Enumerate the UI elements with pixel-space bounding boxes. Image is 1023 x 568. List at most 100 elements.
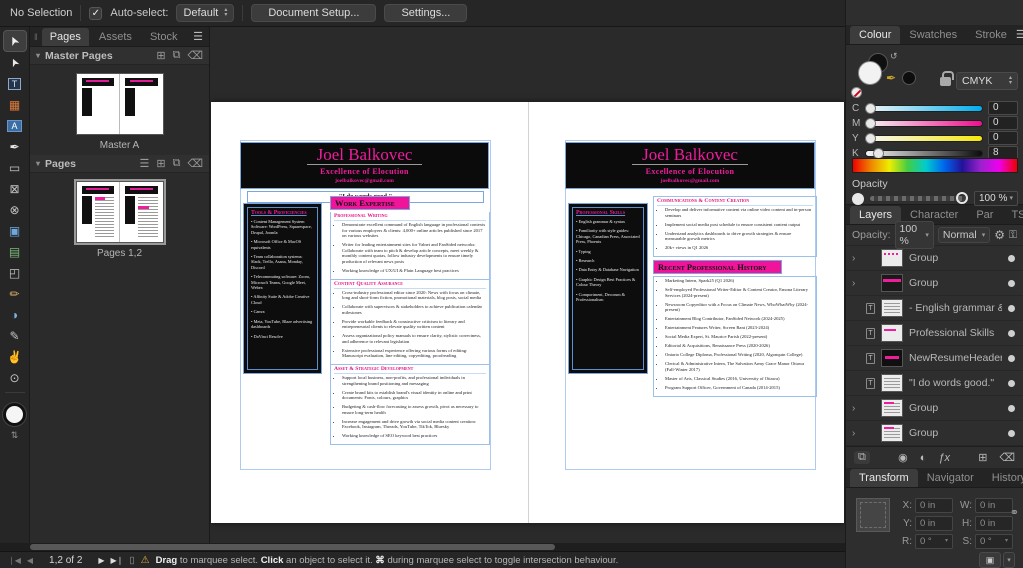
- opacity-value-dropdown[interactable]: 100 % ▾: [974, 191, 1018, 206]
- layer-visibility-toggle[interactable]: [1008, 329, 1015, 337]
- adjustment-layer-icon[interactable]: ◐: [920, 452, 927, 464]
- auto-select-dropdown[interactable]: Default ▴ ▾: [176, 4, 235, 22]
- expand-chevron-icon[interactable]: ›: [852, 403, 860, 414]
- layer-row[interactable]: › T Group: [846, 421, 1023, 446]
- panel-grip-icon[interactable]: ‖: [34, 32, 38, 42]
- fill-colour-well[interactable]: [858, 61, 882, 85]
- lock-icon[interactable]: [940, 71, 954, 86]
- expand-chevron-icon[interactable]: ›: [852, 428, 860, 439]
- document-setup-button[interactable]: Document Setup...: [251, 4, 377, 22]
- frame-text-tool[interactable]: T: [3, 73, 27, 94]
- blend-mode-dropdown[interactable]: Normal ▾: [937, 227, 991, 243]
- slider-track[interactable]: [865, 117, 983, 129]
- swap-fill-stroke-icon[interactable]: ↺: [890, 51, 898, 62]
- picked-colour-dot[interactable]: [902, 71, 916, 85]
- last-page-button[interactable]: ▶❘: [111, 556, 124, 565]
- layer-effects-icon[interactable]: ƒx: [938, 452, 950, 464]
- panel-menu-icon[interactable]: ☰: [193, 30, 203, 43]
- next-page-button[interactable]: ▶: [98, 556, 104, 565]
- mask-layer-icon[interactable]: ◉: [898, 451, 908, 464]
- y-input[interactable]: 0 in: [915, 516, 953, 531]
- eyedropper-icon[interactable]: ✒: [886, 71, 896, 85]
- tab-layers[interactable]: Layers: [850, 205, 902, 224]
- page2-main-frame[interactable]: Communications & Content Creation Develo…: [653, 196, 817, 397]
- x-input[interactable]: 0 in: [915, 498, 953, 513]
- slider-value-field[interactable]: 0: [988, 101, 1018, 115]
- master-pages-header[interactable]: ▾ Master Pages ⊞ ⧉ ⌫: [30, 47, 209, 65]
- tab-history[interactable]: History: [983, 469, 1023, 487]
- document-canvas[interactable]: Joel Balkovec Excellence of Elocution jo…: [210, 27, 845, 543]
- delete-master-icon[interactable]: ⌫: [187, 49, 203, 62]
- shear-input[interactable]: 0 ° ▾: [975, 534, 1013, 549]
- add-page-icon[interactable]: ⊞: [156, 157, 165, 170]
- layer-visibility-toggle[interactable]: [1008, 404, 1015, 412]
- horizontal-scrollbar[interactable]: [0, 543, 845, 551]
- slider-knob[interactable]: [865, 132, 876, 144]
- first-page-button[interactable]: ❘◀: [8, 556, 21, 565]
- slider-value-field[interactable]: 0: [988, 116, 1018, 130]
- add-master-icon[interactable]: ⊞: [156, 49, 165, 62]
- tab-pages[interactable]: Pages: [41, 27, 89, 46]
- swap-colours-icon[interactable]: ⇅: [11, 430, 19, 441]
- tab-paragraph[interactable]: Par: [967, 206, 1002, 224]
- artistic-text-tool[interactable]: A: [3, 115, 27, 136]
- colour-mode-dropdown[interactable]: CMYK ▴ ▾: [956, 72, 1018, 90]
- vector-crop-tool[interactable]: ◰: [3, 262, 27, 283]
- current-colour-swatch[interactable]: [3, 403, 26, 426]
- slider-track[interactable]: [865, 102, 983, 114]
- view-tool[interactable]: ✌: [3, 346, 27, 367]
- layer-visibility-toggle[interactable]: [1008, 254, 1015, 262]
- auto-select-checkbox[interactable]: ✓: [89, 6, 103, 20]
- tab-assets[interactable]: Assets: [91, 28, 140, 46]
- opacity-swatch-icon[interactable]: [852, 192, 864, 205]
- rectangle-tool[interactable]: ▭: [3, 157, 27, 178]
- expand-chevron-icon[interactable]: ›: [852, 278, 860, 289]
- layer-visibility-toggle[interactable]: [1008, 304, 1015, 312]
- layers-lock-icon[interactable]: ⚿: [1009, 229, 1017, 242]
- tab-colour[interactable]: Colour: [850, 25, 901, 44]
- master-a-thumbnail[interactable]: [75, 73, 164, 135]
- preflight-page-icon[interactable]: ▯: [129, 555, 134, 566]
- settings-button[interactable]: Settings...: [384, 4, 468, 22]
- layer-visibility-toggle[interactable]: [1008, 354, 1015, 362]
- page1-header-frame[interactable]: Joel Balkovec Excellence of Elocution jo…: [240, 142, 489, 189]
- gear-icon[interactable]: ⚙: [994, 228, 1005, 242]
- colour-panel-menu-icon[interactable]: ☰: [1016, 28, 1023, 41]
- colour-picker-tool[interactable]: ✎: [3, 325, 27, 346]
- move-tool[interactable]: ➤: [2, 30, 27, 52]
- layer-row[interactable]: › T Group: [846, 246, 1023, 271]
- pages-section-header[interactable]: ▾ Pages ☰ ⊞ ⧉ ⌫: [30, 155, 209, 173]
- layer-visibility-toggle[interactable]: [1008, 379, 1015, 387]
- opacity-knob[interactable]: [956, 192, 968, 204]
- brush-tool[interactable]: ✏: [3, 283, 27, 304]
- pages-1-2-thumbnail[interactable]: [73, 179, 166, 245]
- duplicate-master-icon[interactable]: ⧉: [173, 49, 181, 62]
- layers-opacity-dropdown[interactable]: 100 % ▾: [894, 221, 934, 249]
- spread-pages-1-2[interactable]: Joel Balkovec Excellence of Elocution jo…: [211, 102, 844, 523]
- zoom-tool[interactable]: ⊙: [3, 367, 27, 388]
- disclosure-icon[interactable]: ▾: [36, 51, 40, 60]
- picture-frame-rectangle-tool[interactable]: ⊠: [3, 178, 27, 199]
- colour-spectrum-bar[interactable]: [852, 158, 1018, 173]
- delete-layer-icon[interactable]: ⌫: [999, 451, 1015, 464]
- page1-main-frame[interactable]: Work Expertise Professional Writing Demo…: [330, 196, 490, 445]
- edit-mask-icon[interactable]: ⧉: [854, 451, 870, 464]
- insert-pages-icon[interactable]: ☰: [139, 157, 149, 170]
- layer-row[interactable]: › T - English grammar & synta: [846, 296, 1023, 321]
- new-layer-icon[interactable]: ⊞: [978, 451, 987, 464]
- slider-value-field[interactable]: 0: [988, 131, 1018, 145]
- slider-track[interactable]: [865, 132, 983, 144]
- slider-knob[interactable]: [865, 117, 876, 129]
- slider-knob[interactable]: [873, 147, 884, 159]
- layer-visibility-toggle[interactable]: [1008, 279, 1015, 287]
- layer-visibility-toggle[interactable]: [1008, 429, 1015, 437]
- transparency-tool[interactable]: ◑: [3, 304, 27, 325]
- anchor-point-selector[interactable]: [856, 498, 890, 532]
- tab-transform[interactable]: Transform: [850, 468, 918, 487]
- slider-track[interactable]: [865, 147, 983, 159]
- page1-sidebar-frame[interactable]: Tools & Proficiencies Content Management…: [243, 203, 322, 374]
- page2-sidebar-frame[interactable]: Professional Skills English grammar & sy…: [568, 203, 648, 374]
- horizontal-scrollbar-thumb[interactable]: [30, 544, 555, 550]
- layer-row[interactable]: › T Group: [846, 271, 1023, 296]
- opacity-slider[interactable]: [870, 192, 968, 204]
